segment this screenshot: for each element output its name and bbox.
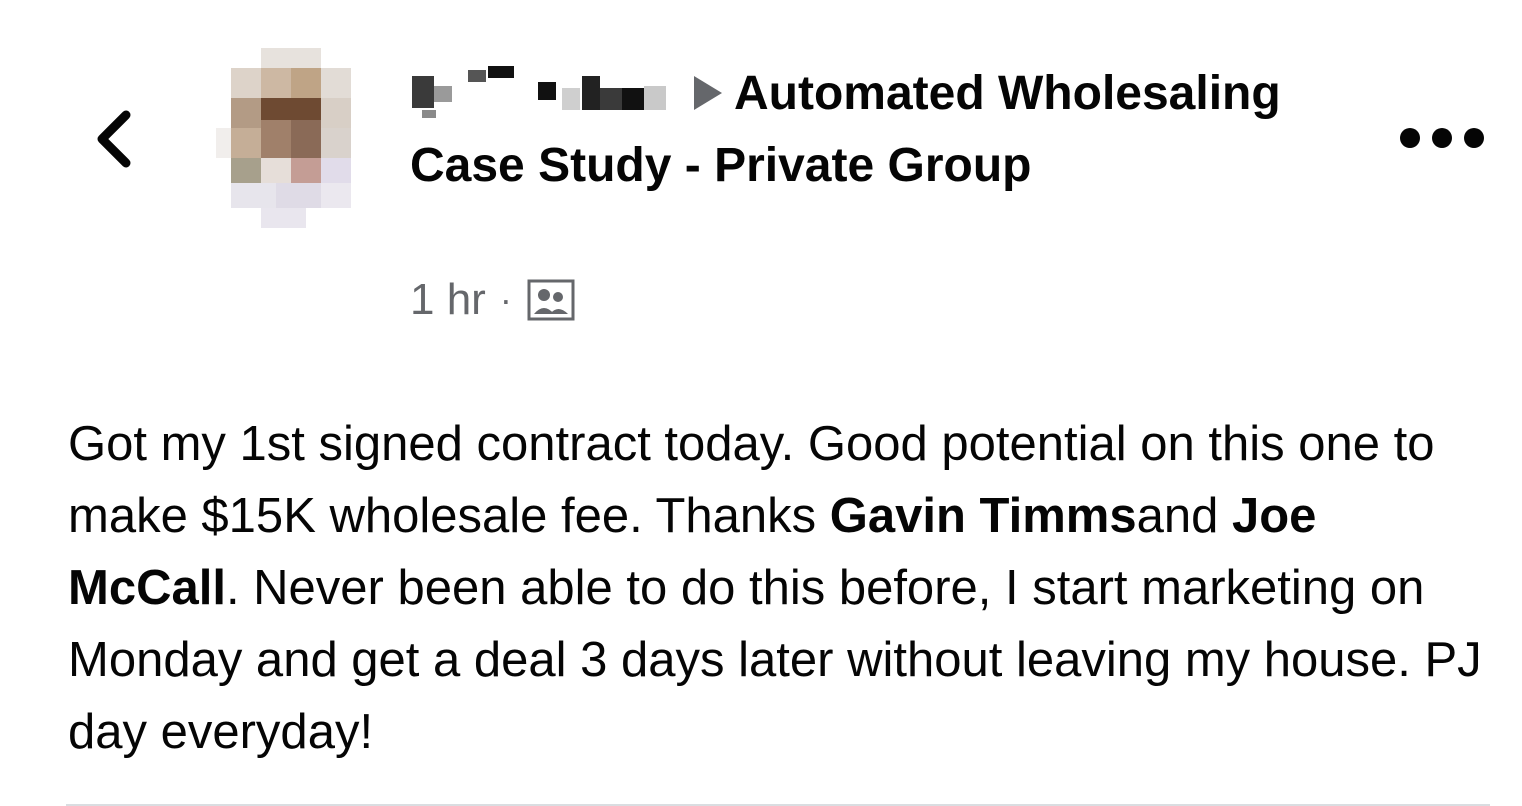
group-members-icon bbox=[527, 279, 575, 321]
back-button[interactable] bbox=[86, 104, 142, 174]
more-dot bbox=[1432, 128, 1452, 148]
post-text-3: . Never been able to do this before, I s… bbox=[68, 561, 1482, 759]
post-body: Got my 1st signed contract today. Good p… bbox=[68, 408, 1488, 768]
mention-gavin-timms[interactable]: Gavin Timms bbox=[830, 489, 1137, 543]
more-dot bbox=[1400, 128, 1420, 148]
avatar-pixelated-image bbox=[216, 48, 351, 228]
post-header: Automated Wholesaling Case Study - Priva… bbox=[410, 58, 1340, 202]
post-meta: 1 hr · bbox=[410, 274, 576, 326]
chevron-left-icon bbox=[97, 110, 131, 168]
redacted-author-name[interactable] bbox=[410, 66, 680, 119]
avatar[interactable] bbox=[216, 48, 366, 228]
more-options-button[interactable] bbox=[1400, 118, 1484, 158]
post-timestamp[interactable]: 1 hr bbox=[410, 274, 486, 326]
group-arrow-icon bbox=[694, 76, 722, 111]
meta-separator: · bbox=[499, 279, 512, 320]
more-dot bbox=[1464, 128, 1484, 148]
post-title: Automated Wholesaling Case Study - Priva… bbox=[410, 58, 1340, 202]
post-text-2: and bbox=[1136, 489, 1232, 543]
